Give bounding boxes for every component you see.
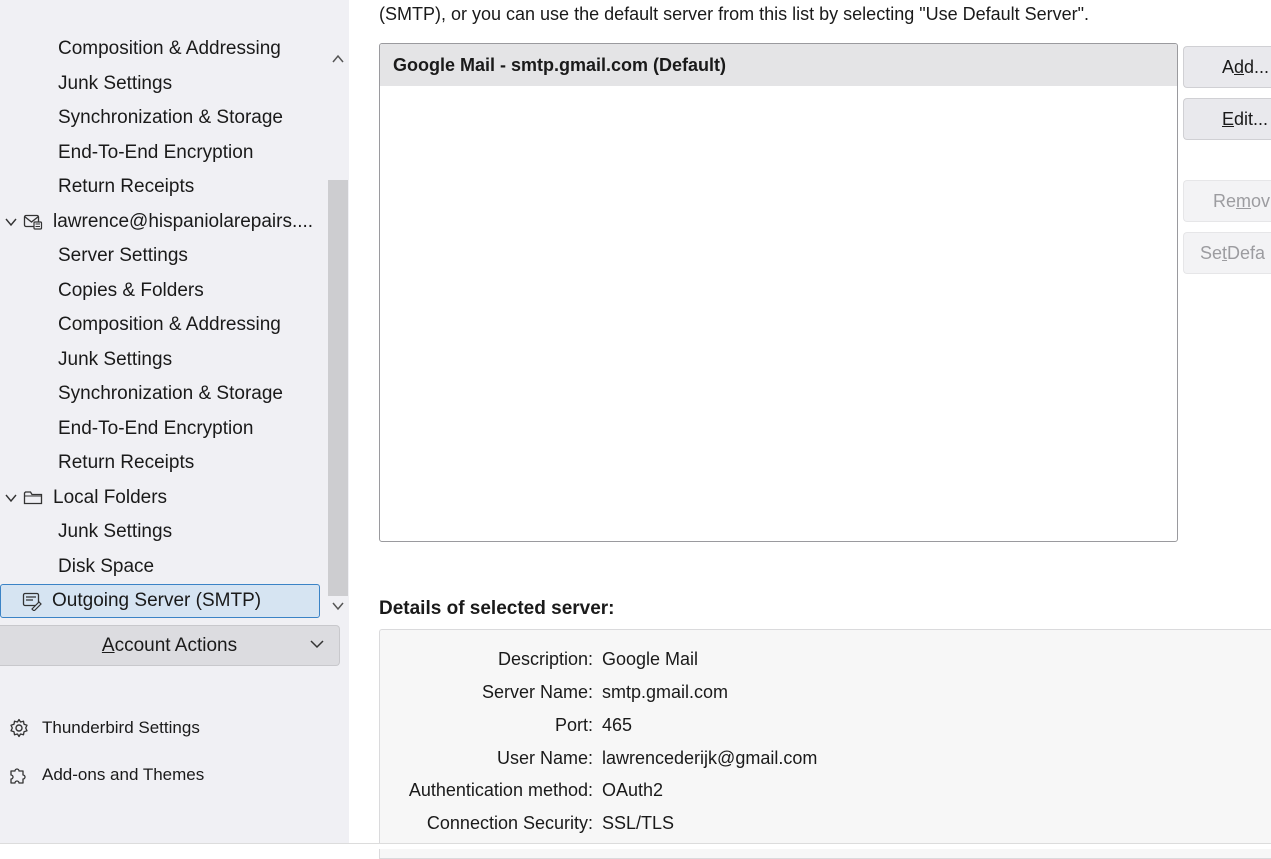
detail-value: smtp.gmail.com [602, 682, 729, 702]
tree-item-junk-settings[interactable]: Junk Settings [0, 67, 327, 101]
outgoing-server-icon [21, 590, 43, 612]
server-list-item-label: Google Mail - smtp.gmail.com (Default) [393, 54, 727, 75]
account-sidebar: Composition & Addressing Junk Settings S… [0, 0, 349, 849]
tree-item-label: Return Receipts [58, 452, 195, 473]
tree-item-return-receipts[interactable]: Return Receipts [0, 170, 327, 204]
chevron-down-icon[interactable] [2, 489, 20, 507]
account-actions-label: Account Actions [101, 634, 238, 656]
tree-account-lawrence[interactable]: lawrence@hispaniolarepairs.... [0, 205, 327, 239]
status-bar [0, 844, 1271, 849]
tree-item-return-receipts[interactable]: Return Receipts [0, 446, 327, 480]
detail-label: Authentication method: [408, 780, 593, 800]
tree-item-label: Copies & Folders [58, 280, 204, 301]
tree-item-outgoing-server[interactable]: Outgoing Server (SMTP) [0, 584, 320, 618]
folder-icon [22, 487, 44, 509]
addons-themes-link[interactable]: Add-ons and Themes [0, 755, 340, 795]
detail-value: lawrencederijk@gmail.com [602, 748, 818, 768]
tree-item-label: Server Settings [58, 245, 188, 266]
detail-port: Port: 465 [380, 708, 1271, 741]
thunderbird-settings-link[interactable]: Thunderbird Settings [0, 708, 340, 748]
tree-item-label: Outgoing Server (SMTP) [52, 590, 262, 611]
detail-authentication-method: Authentication method: OAuth2 [380, 773, 1271, 806]
set-default-button[interactable]: Se t Defa [1183, 232, 1271, 274]
tree-item-server-settings[interactable]: Server Settings [0, 239, 327, 273]
tree-item-label: Junk Settings [58, 73, 173, 94]
tree-item-junk-settings[interactable]: Junk Settings [0, 343, 327, 377]
detail-description: Description: Google Mail [380, 642, 1271, 675]
tree-item-label: Disk Space [58, 556, 155, 577]
account-tree[interactable]: Composition & Addressing Junk Settings S… [0, 0, 327, 620]
detail-value: 465 [602, 715, 633, 735]
detail-value: SSL/TLS [602, 813, 675, 833]
tree-item-e2e-encryption[interactable]: End-To-End Encryption [0, 136, 327, 170]
tree-item-label: Composition & Addressing [58, 38, 281, 59]
detail-label: User Name: [496, 748, 593, 768]
mail-account-icon [22, 211, 44, 233]
tree-item-copies-folders[interactable]: Copies & Folders [0, 274, 327, 308]
tree-item-synchronization-storage[interactable]: Synchronization & Storage [0, 101, 327, 135]
tree-account-local-folders[interactable]: Local Folders [0, 481, 327, 515]
tree-item-label: Synchronization & Storage [58, 107, 283, 128]
tree-item-composition-addressing[interactable]: Composition & Addressing [0, 308, 327, 342]
detail-server-name: Server Name: smtp.gmail.com [380, 675, 1271, 708]
chevron-down-icon [309, 636, 325, 658]
detail-label: Connection Security: [426, 813, 593, 833]
detail-user-name: User Name: lawrencederijk@gmail.com [380, 741, 1271, 774]
smtp-settings-pane: (SMTP), or you can use the default serve… [349, 0, 1271, 859]
detail-connection-security: Connection Security: SSL/TLS [380, 806, 1271, 839]
thunderbird-settings-label: Thunderbird Settings [42, 718, 200, 737]
tree-account-label: Local Folders [53, 487, 168, 508]
tree-item-e2e-encryption[interactable]: End-To-End Encryption [0, 412, 327, 446]
detail-label: Server Name: [481, 682, 593, 702]
account-actions-button[interactable]: Account Actions [0, 625, 340, 666]
chevron-down-icon[interactable] [2, 213, 20, 231]
puzzle-icon [8, 764, 30, 786]
server-list-item[interactable]: Google Mail - smtp.gmail.com (Default) [380, 44, 1177, 86]
tree-item-junk-settings[interactable]: Junk Settings [0, 515, 327, 549]
tree-item-composition-addressing[interactable]: Composition & Addressing [0, 32, 327, 66]
detail-value: OAuth2 [602, 780, 664, 800]
tree-item-label: End-To-End Encryption [58, 418, 254, 439]
tree-item-label: Junk Settings [58, 349, 173, 370]
tree-item-label: Synchronization & Storage [58, 383, 283, 404]
addons-themes-label: Add-ons and Themes [42, 765, 205, 784]
tree-scrollbar[interactable] [327, 44, 349, 620]
server-details-panel: Description: Google Mail Server Name: sm… [379, 629, 1271, 859]
tree-item-label: Return Receipts [58, 176, 195, 197]
details-heading: Details of selected server: [379, 598, 615, 619]
remove-server-button[interactable]: Re m ov [1183, 180, 1271, 222]
intro-text: (SMTP), or you can use the default serve… [379, 4, 1090, 24]
scroll-down-arrow-icon[interactable] [327, 592, 349, 620]
detail-label: Port: [554, 715, 593, 735]
tree-account-label: lawrence@hispaniolarepairs.... [53, 211, 314, 232]
tree-item-label: End-To-End Encryption [58, 142, 254, 163]
tree-item-disk-space[interactable]: Disk Space [0, 550, 327, 584]
edit-server-button[interactable]: Edit... [1183, 98, 1271, 140]
tree-item-label: Junk Settings [58, 521, 173, 542]
detail-label: Description: [497, 649, 593, 669]
add-server-button[interactable]: Ad d... [1183, 46, 1271, 88]
detail-value: Google Mail [602, 649, 699, 669]
scroll-up-arrow-icon[interactable] [327, 44, 349, 74]
smtp-server-list[interactable]: Google Mail - smtp.gmail.com (Default) [379, 43, 1178, 542]
gear-icon [8, 717, 30, 739]
scrollbar-thumb[interactable] [328, 180, 348, 596]
tree-item-label: Composition & Addressing [58, 314, 281, 335]
tree-item-synchronization-storage[interactable]: Synchronization & Storage [0, 377, 327, 411]
